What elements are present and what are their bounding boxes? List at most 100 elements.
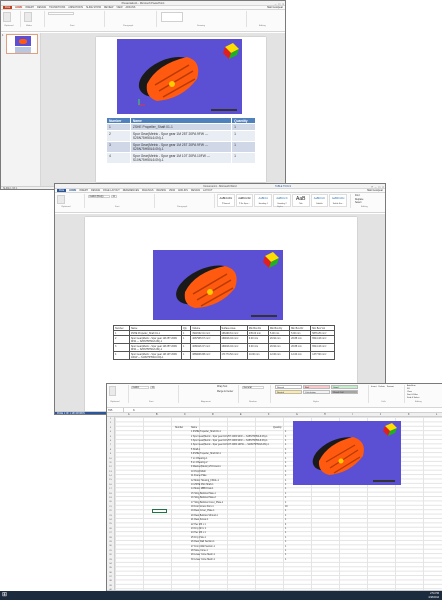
table-cell[interactable]: 1	[231, 123, 256, 131]
table-cell[interactable]: 2	[113, 335, 130, 344]
word-page[interactable]: Number Name Qty Volume Surface Area Min Box D…	[85, 217, 357, 411]
table-cell[interactable]: 10.00 mm	[246, 351, 270, 360]
tab-references[interactable]: REFERENCES	[123, 189, 139, 192]
table-row[interactable]: 2 Spur Gear(Metric - Spur gear 1M 25T 20P…	[113, 335, 335, 344]
table-cell[interactable]: 6514.43 mm³	[310, 343, 335, 352]
tab-mailings[interactable]: MAILINGS	[142, 189, 153, 192]
group-label: Editing	[415, 400, 422, 403]
table-cell[interactable]: 4	[113, 351, 130, 360]
table-row[interactable]: 4 Spur Gear(Metric - Spur gear 1M 10T 20P…	[106, 152, 256, 164]
table-cell[interactable]: 3869006.88 mm³	[190, 351, 221, 360]
table-row[interactable]: 4 Spur Gear(Metric - Spur gear 1M 10T 20P…	[113, 351, 335, 360]
table-row[interactable]: 2 Spur Gear(Metric - Spur gear 1M 25T 20P…	[106, 130, 256, 142]
formula-input[interactable]	[139, 408, 442, 412]
table-cell[interactable]: Spur Gear(Metric - Spur gear 1M 10T 20PA…	[128, 351, 182, 360]
table-cell[interactable]: 2	[106, 130, 131, 142]
tab-home[interactable]: HOME	[15, 6, 22, 9]
minimize-icon[interactable]: –	[275, 2, 277, 6]
tab-review[interactable]: REVIEW	[104, 6, 113, 9]
thumbnail-model	[19, 39, 27, 44]
table-row[interactable]: 3 Spur Gear(Metric - Spur gear 1M 25T 20P…	[106, 141, 256, 153]
tab-transitions[interactable]: TRANSITIONS	[49, 6, 65, 9]
table-cell[interactable]: 26.88 mm	[289, 343, 312, 352]
tab-layout[interactable]: LAYOUT	[203, 189, 212, 192]
propeller-assembly-render	[312, 423, 397, 482]
table-cell[interactable]: 171774.52 mm²	[219, 351, 248, 360]
table-cell[interactable]: 12.00 mm	[289, 351, 312, 360]
table-cell[interactable]: 4067935.67 mm³	[190, 335, 221, 344]
word-mass-properties-table[interactable]: Number Name Qty Volume Surface Area Min Box D…	[113, 325, 335, 360]
propeller-assembly-render	[176, 252, 279, 317]
table-cell[interactable]: 1	[180, 351, 192, 360]
table-cell[interactable]: 9.00 mm	[246, 343, 270, 352]
help-icon[interactable]: ?	[371, 185, 373, 189]
ppt-bom-table[interactable]: Number Name Quantity 1 ZSHE Propeller_Sha…	[106, 117, 256, 164]
close-icon[interactable]: ×	[282, 2, 284, 6]
table-cell[interactable]: 1	[106, 123, 131, 131]
user-name[interactable]: Matt Goodyear	[267, 6, 285, 9]
table-cell[interactable]: 26.92 mm	[267, 343, 291, 352]
table-cell[interactable]: 4068116.37 mm³	[190, 343, 221, 352]
tab-view[interactable]: VIEW	[116, 6, 122, 9]
tab-review[interactable]: REVIEW	[156, 189, 165, 192]
table-cell[interactable]: 1377.60 mm³	[310, 351, 335, 360]
table-cell[interactable]: Spur Gear(Metric - Spur gear 1M 25T 20PA…	[128, 335, 182, 344]
table-cell[interactable]: 26.88 mm	[289, 335, 312, 344]
table-cell[interactable]: Spur Gear(Metric - Spur gear 1M 25T 20PA…	[129, 141, 233, 153]
tab-design[interactable]: DESIGN	[191, 189, 200, 192]
table-cell[interactable]: 4	[106, 152, 131, 164]
table-cell[interactable]: 1	[180, 335, 192, 344]
ppt-titlebar: Presentation1 - Microsoft PowerPoint – □…	[1, 1, 285, 6]
tab-page-layout[interactable]: PAGE LAYOUT	[103, 189, 120, 192]
table-row[interactable]: 1 ZSHE Propeller_Shaft 01-1 1	[106, 123, 256, 131]
tab-home[interactable]: HOME	[69, 189, 76, 192]
cell-name[interactable]: 30 Lower Cone Mesh-1	[191, 558, 271, 562]
table-row[interactable]: 3 Spur Gear(Metric - Spur gear 1M 25T 20P…	[113, 343, 335, 352]
ppt-group-clipboard: Clipboard	[1, 11, 21, 27]
thumbnail-table	[15, 47, 31, 53]
tab-view[interactable]: VIEW	[169, 189, 175, 192]
slide[interactable]: Number Name Quantity 1 ZSHE Propeller_Sha…	[96, 37, 266, 182]
table-cell[interactable]: 1	[231, 152, 256, 164]
table-cell[interactable]: 1	[231, 141, 256, 153]
group-label: Paragraph	[177, 205, 188, 208]
tab-slide-show[interactable]: SLIDE SHOW	[86, 6, 101, 9]
tab-file[interactable]: FILE	[3, 6, 13, 9]
cell-quantity[interactable]: 1	[285, 558, 286, 562]
table-cell[interactable]: 9.00 mm	[246, 335, 270, 344]
tab-add-ins[interactable]: ADD-INS	[126, 6, 136, 9]
tab-add-ins[interactable]: ADD-INS	[178, 189, 188, 192]
table-cell[interactable]: 26.92 mm	[267, 335, 291, 344]
tab-file[interactable]: FILE	[57, 189, 67, 192]
taskbar-time[interactable]: 2:51 PM	[430, 592, 439, 595]
tab-insert[interactable]: INSERT	[79, 189, 88, 192]
table-cell[interactable]: 3	[106, 141, 131, 153]
table-cell[interactable]: ZSHE Propeller_Shaft 01-1	[129, 123, 233, 131]
table-cell[interactable]: 1	[231, 130, 256, 142]
start-icon[interactable]: ⊞	[2, 592, 7, 599]
maximize-icon[interactable]: □	[378, 185, 380, 189]
table-cell[interactable]: 169016.04 mm²	[219, 335, 248, 344]
table-cell[interactable]: 1	[180, 343, 192, 352]
word-group-styles: Styles	[215, 194, 351, 208]
taskbar-date[interactable]: 3/18/2014	[428, 596, 439, 599]
table-cell[interactable]: 12.00 mm	[267, 351, 291, 360]
table-cell[interactable]: Spur Gear(Metric - Spur gear 1M 10T 20PA…	[129, 152, 233, 164]
worksheet-grid[interactable]: Number Name Quantity 1 ZSHE Propeller_Shaft…	[115, 417, 442, 594]
tab-design[interactable]: DESIGN	[91, 189, 100, 192]
table-cell[interactable]: Spur Gear(Metric - Spur gear 1M 25T 20PA…	[129, 130, 233, 142]
slide-thumbnail[interactable]	[6, 34, 38, 54]
table-cell[interactable]: 6514.43 mm³	[310, 335, 335, 344]
group-label: Editing	[361, 205, 368, 208]
table-cell[interactable]: 3	[113, 343, 130, 352]
user-name[interactable]: Matt Goodyear	[367, 189, 385, 192]
table-cell[interactable]: 169016.04 mm²	[219, 343, 248, 352]
word-group-clipboard: Clipboard	[55, 194, 85, 208]
table-cell[interactable]: Spur Gear(Metric - Spur gear 1M 25T 20PA…	[128, 343, 182, 352]
tab-design[interactable]: DESIGN	[37, 6, 46, 9]
close-icon[interactable]: ×	[382, 185, 384, 189]
tab-insert[interactable]: INSERT	[25, 6, 34, 9]
maximize-icon[interactable]: □	[278, 2, 280, 6]
minimize-icon[interactable]: –	[375, 185, 377, 189]
tab-animations[interactable]: ANIMATIONS	[68, 6, 83, 9]
